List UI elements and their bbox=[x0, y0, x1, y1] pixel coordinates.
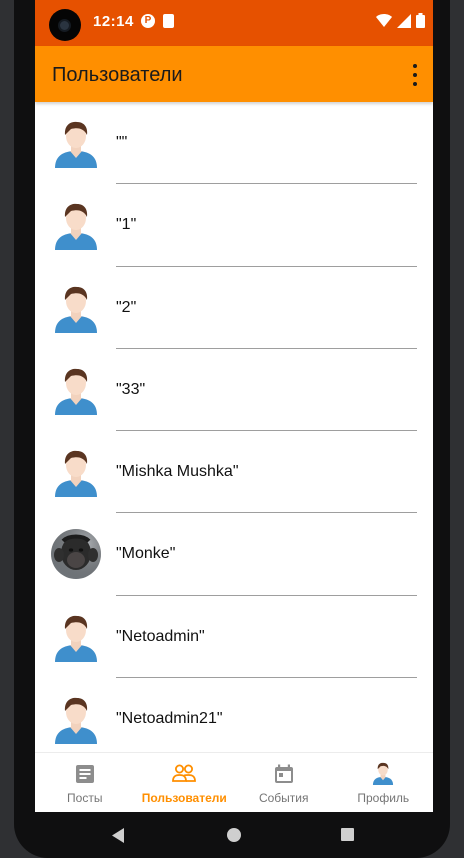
user-name: "Mishka Mushka" bbox=[116, 463, 239, 481]
recents-icon[interactable] bbox=[341, 828, 354, 841]
user-name: "Netoadmin21" bbox=[116, 710, 223, 728]
user-name: "" bbox=[116, 134, 128, 151]
list-item[interactable]: "1" bbox=[35, 184, 433, 267]
nav-events-label: События bbox=[258, 791, 309, 805]
nav-posts[interactable]: Посты bbox=[35, 753, 135, 812]
user-avatar-icon bbox=[51, 283, 101, 333]
user-name: "33" bbox=[116, 380, 146, 398]
user-avatar-icon bbox=[51, 365, 101, 415]
users-list: "" "1" "2" "33" "Mishka Mushka" "Monke" bbox=[35, 102, 433, 752]
nav-posts-label: Посты bbox=[67, 791, 103, 805]
user-avatar-icon bbox=[51, 118, 101, 168]
bottom-navigation: Посты Пользователи События Профиль bbox=[35, 752, 433, 812]
nav-users[interactable]: Пользователи bbox=[135, 753, 235, 812]
nav-events[interactable]: События bbox=[234, 753, 334, 812]
user-name: "Netoadmin" bbox=[116, 627, 205, 645]
more-vert-icon[interactable] bbox=[411, 64, 419, 86]
user-avatar-icon bbox=[51, 200, 101, 250]
status-bar: 12:14 P bbox=[35, 0, 433, 46]
battery-icon bbox=[416, 13, 425, 28]
article-icon bbox=[75, 765, 94, 783]
monkey-photo-avatar bbox=[51, 529, 101, 579]
profile-avatar-icon bbox=[371, 761, 395, 785]
signal-icon bbox=[397, 13, 411, 28]
user-name: "2" bbox=[116, 298, 137, 316]
app-bar: Пользователи bbox=[35, 46, 433, 102]
app-screen: 12:14 P Пользователи "" "1" "2" "33" "Mi… bbox=[35, 0, 433, 812]
user-name: "1" bbox=[116, 216, 137, 234]
user-avatar-icon bbox=[51, 694, 101, 744]
list-item[interactable]: "Monke" bbox=[35, 513, 433, 596]
app-notification-icon: P bbox=[141, 14, 155, 28]
list-item[interactable]: "Netoadmin" bbox=[35, 596, 433, 679]
system-navigation bbox=[35, 812, 433, 858]
sd-card-icon bbox=[163, 14, 174, 28]
nav-users-label: Пользователи bbox=[141, 791, 227, 805]
list-item[interactable]: "Netoadmin21" bbox=[35, 678, 433, 752]
user-name: "Monke" bbox=[116, 545, 176, 563]
status-time: 12:14 bbox=[93, 13, 134, 30]
list-item[interactable]: "Mishka Mushka" bbox=[35, 431, 433, 514]
camera-cutout bbox=[49, 9, 81, 41]
people-icon bbox=[172, 764, 197, 782]
user-avatar-icon bbox=[51, 447, 101, 497]
list-item[interactable]: "2" bbox=[35, 267, 433, 349]
list-item[interactable]: "" bbox=[35, 102, 433, 185]
calendar-icon bbox=[274, 764, 293, 783]
user-avatar-icon bbox=[51, 612, 101, 662]
back-icon[interactable] bbox=[112, 828, 124, 843]
page-title: Пользователи bbox=[52, 64, 183, 86]
wifi-icon bbox=[376, 13, 392, 27]
nav-profile-label: Профиль bbox=[357, 791, 410, 805]
list-item[interactable]: "33" bbox=[35, 349, 433, 432]
home-icon[interactable] bbox=[227, 828, 241, 842]
nav-profile[interactable]: Профиль bbox=[334, 753, 434, 812]
